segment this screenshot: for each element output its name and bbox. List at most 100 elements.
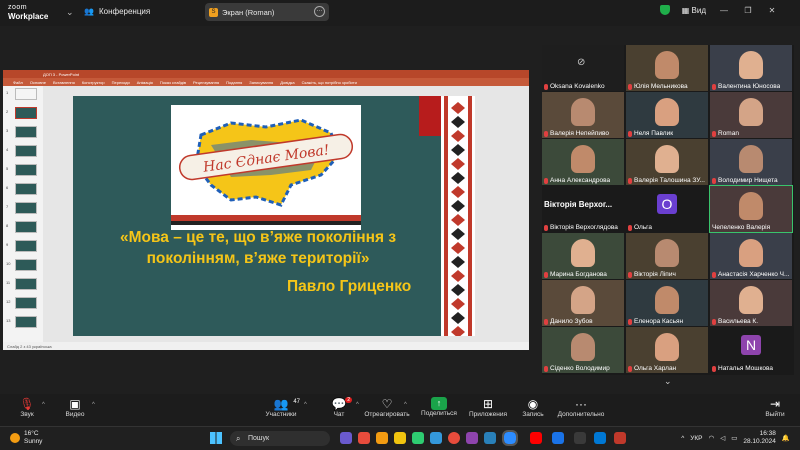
ribbon-tab: Записування bbox=[249, 79, 274, 85]
meeting-title[interactable]: 👥 Конференция bbox=[84, 7, 150, 16]
app-icon[interactable] bbox=[574, 432, 586, 444]
speaker-icon[interactable]: ◁ bbox=[720, 434, 725, 442]
participant-tile[interactable]: Анастасія Харченко Ч... bbox=[710, 233, 792, 279]
caret-up-icon[interactable]: ^ bbox=[42, 402, 45, 408]
thumb-number: 8 bbox=[6, 223, 9, 228]
windows-taskbar: 16°C Sunny ⌕ Пошук ^ УКР ◠ ◁ ▭ 16:38 28.… bbox=[0, 426, 800, 450]
participant-tile[interactable]: Данило Зубов bbox=[542, 280, 624, 326]
caret-up-icon[interactable]: ^ bbox=[92, 402, 95, 408]
slide-thumbnail[interactable] bbox=[15, 107, 37, 119]
ppt-body: 1 2 3 4 5 6 7 8 9 10 11 12 13 Нас Єднає Мова! «Мова … bbox=[3, 86, 529, 342]
mic-muted-icon bbox=[628, 318, 632, 325]
participant-tile[interactable]: Володимир Нищета bbox=[710, 139, 792, 185]
clock[interactable]: 16:38 28.10.2024 bbox=[743, 430, 776, 446]
record-button[interactable]: ◉ Запись bbox=[508, 397, 558, 418]
caret-up-icon[interactable]: ^ bbox=[404, 402, 407, 408]
taskbar-search[interactable]: ⌕ Пошук bbox=[230, 431, 330, 446]
close-icon[interactable]: ✕ bbox=[766, 6, 778, 15]
video-off-icon: ⊘ bbox=[577, 57, 586, 68]
slide-thumbnail[interactable] bbox=[15, 259, 37, 271]
participant-tile[interactable]: Еленора Касьян bbox=[626, 280, 708, 326]
screen-share-pill[interactable]: S Экран (Roman) ··· bbox=[205, 3, 329, 21]
participant-name: Юлія Мельникова bbox=[628, 83, 688, 90]
caret-up-icon[interactable]: ^ bbox=[304, 402, 307, 408]
youtube-icon[interactable] bbox=[530, 432, 542, 444]
zoom-icon[interactable] bbox=[502, 430, 518, 446]
weather-widget[interactable]: 16°C Sunny bbox=[10, 430, 42, 446]
minimize-icon[interactable]: — bbox=[718, 6, 730, 15]
participant-tile[interactable]: Неля Павлик bbox=[626, 92, 708, 138]
ribbon-tab: Рецензування bbox=[193, 79, 220, 85]
participant-tile[interactable]: Чепеленко Валерія bbox=[709, 185, 793, 233]
word-icon[interactable] bbox=[594, 432, 606, 444]
participant-tile[interactable]: Сіденко Володимир bbox=[542, 327, 624, 373]
app-icon[interactable] bbox=[412, 432, 424, 444]
participant-tile[interactable]: Валерія Талошина ЗУ... bbox=[626, 139, 708, 185]
battery-icon[interactable]: ▭ bbox=[731, 434, 737, 442]
slide-thumbnail[interactable] bbox=[15, 164, 37, 176]
participants-button[interactable]: 👥 47 Участники bbox=[256, 397, 306, 418]
folder-icon[interactable] bbox=[394, 432, 406, 444]
slide-thumbnail[interactable] bbox=[15, 145, 37, 157]
slide-thumbnail[interactable] bbox=[15, 221, 37, 233]
ribbon-tab: Вставлення bbox=[52, 79, 75, 85]
chrome-icon[interactable] bbox=[448, 432, 460, 444]
participant-tile[interactable]: O Ольга bbox=[626, 186, 708, 232]
caret-up-icon[interactable]: ^ bbox=[356, 402, 359, 408]
chevron-down-icon[interactable]: ⌄ bbox=[66, 7, 74, 18]
app-icon[interactable] bbox=[340, 432, 352, 444]
slide-thumbnail[interactable] bbox=[15, 240, 37, 252]
mic-muted-icon bbox=[544, 224, 548, 231]
slide-thumbnail[interactable] bbox=[15, 202, 37, 214]
chevron-up-icon[interactable]: ^ bbox=[681, 435, 684, 442]
share-button[interactable]: ↑ Поделиться bbox=[414, 397, 464, 417]
app-icon[interactable] bbox=[552, 432, 564, 444]
more-button[interactable]: ··· Дополнительно bbox=[556, 397, 606, 418]
shield-icon[interactable] bbox=[659, 5, 670, 15]
slide-thumbnail[interactable] bbox=[15, 88, 37, 100]
participant-tile[interactable]: Вікторія Верхог... Вікторія Верхоглядова bbox=[542, 186, 624, 232]
app-icon[interactable] bbox=[358, 432, 370, 444]
participant-tile[interactable]: Roman bbox=[710, 92, 792, 138]
notification-icon[interactable]: 🔔 bbox=[782, 434, 790, 442]
participant-tile[interactable]: Валерія Непейпиво bbox=[542, 92, 624, 138]
participant-tile[interactable]: Васильева К. bbox=[710, 280, 792, 326]
apps-button[interactable]: ⊞ Приложения bbox=[463, 397, 513, 418]
app-icon[interactable] bbox=[376, 432, 388, 444]
leave-icon: ⇥ bbox=[769, 397, 781, 411]
slide-thumbnail[interactable] bbox=[15, 316, 37, 328]
participant-gallery[interactable]: ⊘ Oksana Kovalenko Юлія Мельникова Валентин… bbox=[542, 45, 794, 375]
ribbon-tab: Скажіть, що потрібно зробити bbox=[301, 79, 357, 85]
chevron-down-icon[interactable]: ⌄ bbox=[664, 376, 672, 387]
mic-muted-icon bbox=[544, 177, 548, 184]
participant-tile[interactable]: Анна Александрова bbox=[542, 139, 624, 185]
windows-start-icon[interactable] bbox=[210, 432, 222, 444]
participant-video bbox=[571, 145, 595, 173]
participant-tile[interactable]: N Наталья Мошкова bbox=[710, 327, 792, 373]
language-indicator[interactable]: УКР bbox=[690, 435, 702, 442]
maximize-icon[interactable]: ❐ bbox=[742, 6, 754, 15]
viber-icon[interactable] bbox=[466, 432, 478, 444]
apps-icon: ⊞ bbox=[482, 397, 494, 411]
telegram-icon[interactable] bbox=[484, 432, 496, 444]
participant-tile[interactable]: Юлія Мельникова bbox=[626, 45, 708, 91]
view-button[interactable]: ▦ Вид bbox=[682, 6, 706, 15]
slide-thumbnail[interactable] bbox=[15, 183, 37, 195]
slide-thumbnail[interactable] bbox=[15, 278, 37, 290]
leave-button[interactable]: ⇥ Выйти bbox=[750, 397, 800, 418]
slide-thumbnail[interactable] bbox=[15, 126, 37, 138]
powerpoint-icon[interactable] bbox=[614, 432, 626, 444]
participant-tile[interactable]: Марина Богданова bbox=[542, 233, 624, 279]
wifi-icon[interactable]: ◠ bbox=[709, 434, 715, 442]
participant-video bbox=[655, 145, 679, 173]
participant-tile[interactable]: ⊘ Oksana Kovalenko bbox=[542, 45, 624, 91]
participant-tile[interactable]: Валентина Юносова bbox=[710, 45, 792, 91]
edge-icon[interactable] bbox=[430, 432, 442, 444]
thumb-number: 6 bbox=[6, 185, 9, 190]
more-icon[interactable]: ··· bbox=[314, 6, 325, 17]
participant-tile[interactable]: Вікторія Лiпич bbox=[626, 233, 708, 279]
mic-muted-icon: 🎙 bbox=[19, 397, 35, 411]
participant-name-text: Чепеленко Валерія bbox=[712, 224, 771, 231]
participant-tile[interactable]: Ольга Харлан bbox=[626, 327, 708, 373]
slide-thumbnail[interactable] bbox=[15, 297, 37, 309]
